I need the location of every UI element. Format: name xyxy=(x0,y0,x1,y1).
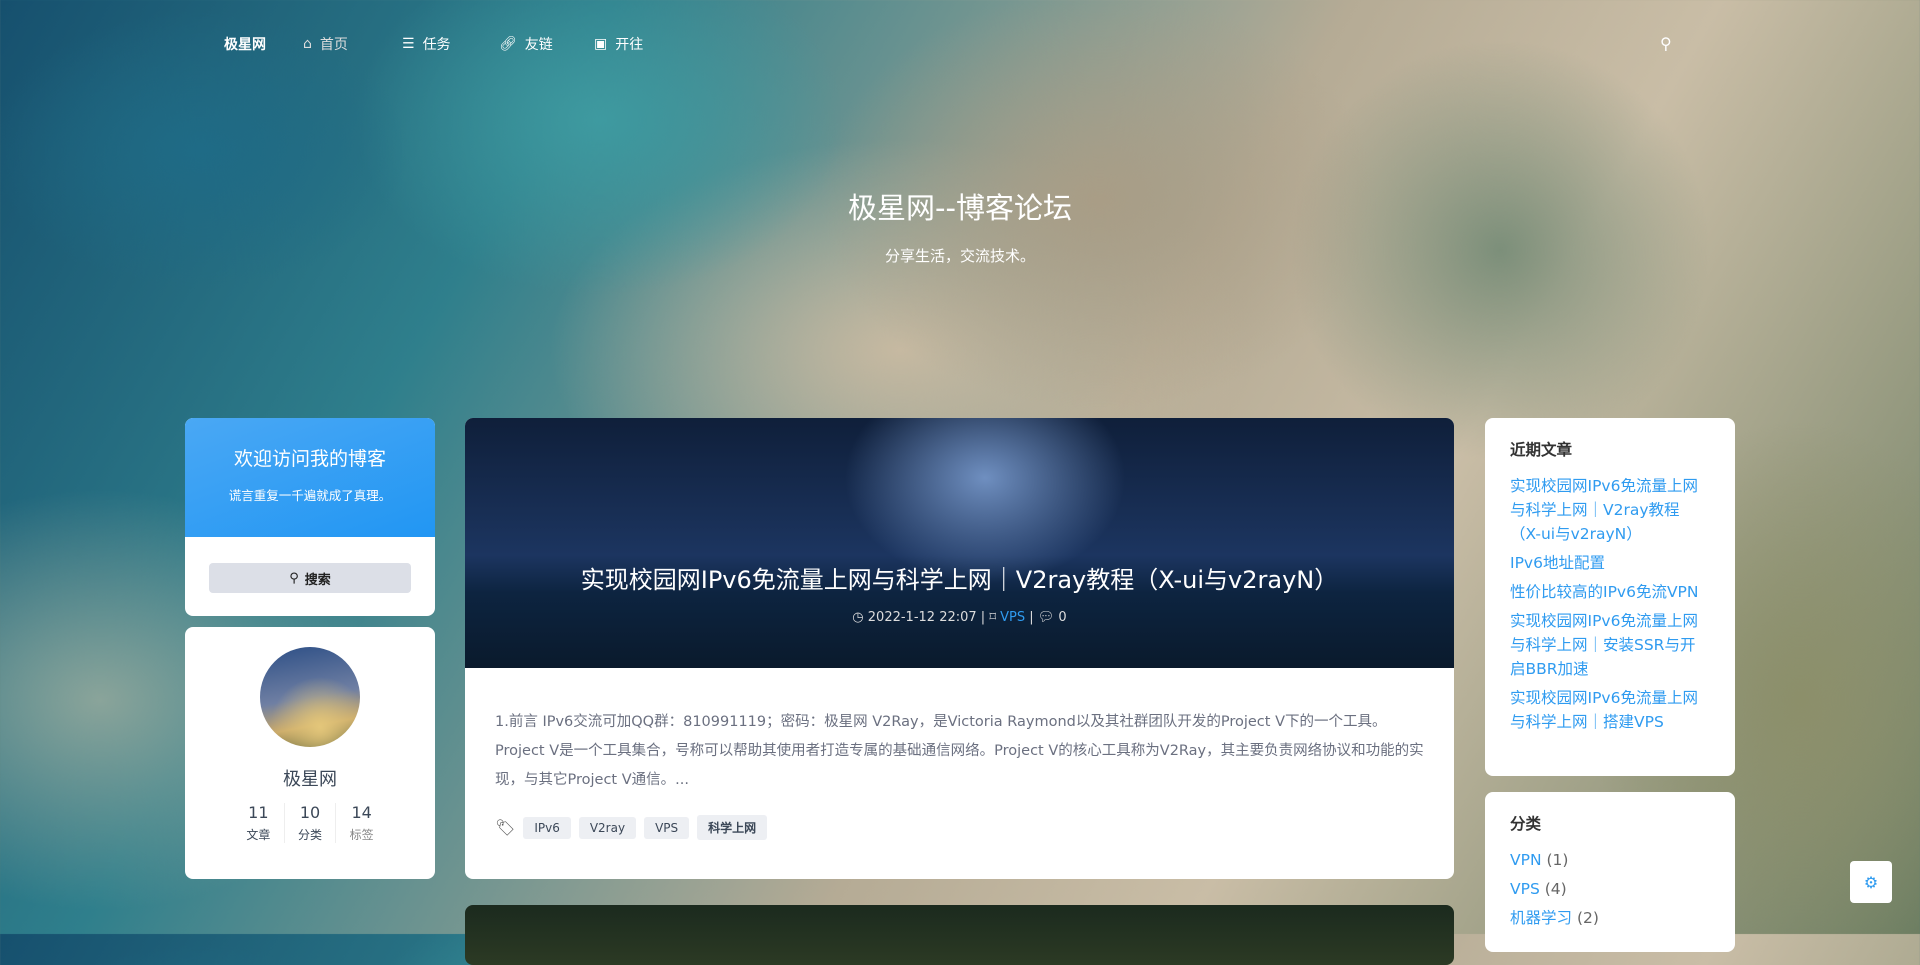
category-item[interactable]: VPS (4) xyxy=(1510,877,1710,901)
brand-link[interactable]: 极星网 xyxy=(224,34,266,54)
tag[interactable]: V2ray xyxy=(578,816,637,839)
categories-widget: 分类 VPN (1) VPS (4) 机器学习 (2) xyxy=(1485,792,1735,952)
categories-title: 分类 xyxy=(1510,815,1542,833)
profile-stats: 11 文章 10 分类 14 标签 xyxy=(233,803,387,843)
profile-name: 极星网 xyxy=(283,769,337,790)
site-title: 极星网--博客论坛 xyxy=(848,191,1072,225)
category-item[interactable]: 机器学习 (2) xyxy=(1510,906,1710,930)
bookmark-icon: ⌑ xyxy=(989,610,996,625)
recent-post-link[interactable]: 性价比较高的IPv6免流VPN xyxy=(1510,580,1710,604)
search-icon[interactable]: ⚲ xyxy=(1660,34,1672,53)
welcome-card: 欢迎访问我的博客 谎言重复一千遍就成了真理。 ⚲ 搜索 xyxy=(185,418,435,616)
nav-links[interactable]: 🔗︎ 友链 xyxy=(499,34,553,54)
settings-gear-icon[interactable]: ⚙ xyxy=(1850,861,1892,903)
tag[interactable]: 科学上网 xyxy=(697,815,768,840)
hero: 极星网--博客论坛 分享生活，交流技术。 xyxy=(0,185,1920,266)
nav-tasks[interactable]: ☰ 任务 xyxy=(402,34,451,54)
post-tags: 🏷︎ IPv6 V2ray VPS 科学上网 xyxy=(465,795,1454,840)
comments-icon: 💬︎ xyxy=(1037,610,1055,625)
search-icon: ⚲ xyxy=(289,570,299,586)
top-nav: 极星网 ⌂ 首页 ☰ 任务 🔗︎ 友链 ▣ 开往 ⚲ xyxy=(0,0,1920,86)
profile-card: 极星网 11 文章 10 分类 14 标签 xyxy=(185,627,435,879)
post-excerpt: 1.前言 IPv6交流可加QQ群：810991119；密码：极星网 V2Ray，… xyxy=(495,714,1424,788)
site-subtitle: 分享生活，交流技术。 xyxy=(884,247,1035,265)
tags-icon: 🏷︎ xyxy=(495,818,516,837)
post-card: 实现校园网IPv6免流量上网与科学上网｜V2ray教程（X-ui与v2rayN）… xyxy=(465,418,1454,879)
nav-travel[interactable]: ▣ 开往 xyxy=(594,34,643,54)
recent-title: 近期文章 xyxy=(1510,441,1573,459)
recent-post-link[interactable]: 实现校园网IPv6免流量上网与科学上网｜安装SSR与开启BBR加速 xyxy=(1510,609,1710,681)
tag[interactable]: IPv6 xyxy=(523,816,571,839)
avatar xyxy=(260,647,360,747)
stat-tags[interactable]: 14 标签 xyxy=(335,803,387,843)
recent-posts-widget: 近期文章 实现校园网IPv6免流量上网与科学上网｜V2ray教程（X-ui与v2… xyxy=(1485,418,1735,776)
stat-posts[interactable]: 11 文章 xyxy=(233,803,284,843)
recent-post-link[interactable]: 实现校园网IPv6免流量上网与科学上网｜搭建VPS xyxy=(1510,686,1710,734)
recent-post-link[interactable]: IPv6地址配置 xyxy=(1510,551,1710,575)
category-item[interactable]: VPN (1) xyxy=(1510,848,1710,872)
train-icon: ▣ xyxy=(594,36,608,52)
post-date: 2022-1-12 22:07 xyxy=(867,610,977,625)
next-post-card[interactable] xyxy=(465,905,1454,965)
welcome-title: 欢迎访问我的博客 xyxy=(233,448,386,470)
nav-home[interactable]: ⌂ 首页 xyxy=(303,34,348,54)
recent-post-link[interactable]: 实现校园网IPv6免流量上网与科学上网｜V2ray教程（X-ui与v2rayN） xyxy=(1510,474,1710,546)
post-cover[interactable]: 实现校园网IPv6免流量上网与科学上网｜V2ray教程（X-ui与v2rayN）… xyxy=(465,418,1454,668)
post-category[interactable]: VPS xyxy=(1000,610,1025,625)
welcome-motto: 谎言重复一千遍就成了真理。 xyxy=(228,488,392,503)
post-comments: 0 xyxy=(1058,610,1067,625)
post-title[interactable]: 实现校园网IPv6免流量上网与科学上网｜V2ray教程（X-ui与v2rayN） xyxy=(465,560,1454,595)
home-icon: ⌂ xyxy=(303,36,312,52)
clock-icon: ◷ xyxy=(852,610,864,625)
stat-categories[interactable]: 10 分类 xyxy=(283,803,336,843)
link-icon: 🔗︎ xyxy=(499,36,517,52)
post-meta: ◷ 2022-1-12 22:07 | ⌑ VPS | 💬︎ 0 xyxy=(852,610,1067,625)
list-icon: ☰ xyxy=(402,36,415,52)
tag[interactable]: VPS xyxy=(644,816,690,839)
search-button[interactable]: ⚲ 搜索 xyxy=(209,563,411,593)
